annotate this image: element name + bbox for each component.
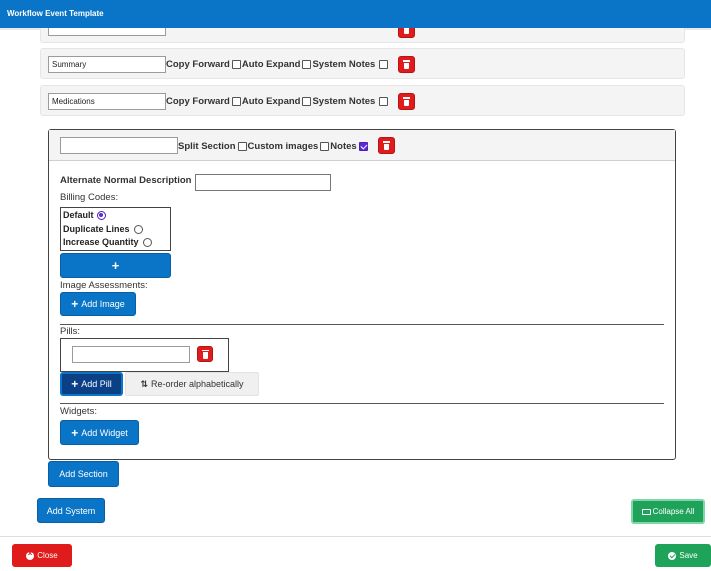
widgets-label: Widgets: — [60, 406, 97, 417]
system-options: Copy Forward Auto Expand System Notes — [166, 57, 389, 72]
folder-open-icon — [641, 508, 651, 515]
sort-icon: ⇅ — [140, 378, 147, 389]
billing-option-label: Default — [63, 210, 94, 220]
collapse-all-button[interactable]: Collapse All — [631, 499, 705, 524]
copy-forward-checkbox[interactable] — [231, 60, 241, 69]
image-assessments-label: Image Assessments: — [60, 280, 148, 291]
add-widget-button[interactable]: + Add Widget — [60, 420, 139, 445]
system-name-input[interactable]: Medications — [48, 93, 166, 110]
alt-normal-label: Alternate Normal Description — [60, 175, 192, 186]
plus-icon: + — [71, 377, 79, 391]
plus-icon: + — [71, 425, 79, 440]
section-name-input[interactable] — [60, 137, 178, 154]
plus-icon: + — [111, 258, 120, 273]
system-notes-label: System Notes — [312, 96, 376, 107]
billing-radio-default[interactable] — [96, 210, 106, 220]
add-image-button[interactable]: + Add Image — [60, 292, 136, 316]
auto-expand-checkbox[interactable] — [302, 60, 312, 69]
section-divider — [60, 403, 664, 404]
add-billing-code-button[interactable]: + — [60, 253, 171, 278]
split-section-label: Split Section — [178, 141, 236, 152]
copy-forward-label: Copy Forward — [166, 96, 230, 107]
delete-section-button[interactable] — [378, 137, 395, 154]
save-button[interactable]: Save — [655, 544, 711, 567]
trash-icon — [403, 97, 410, 106]
add-section-button[interactable]: Add Section — [48, 461, 119, 487]
add-pill-button[interactable]: + Add Pill — [60, 372, 123, 396]
billing-option-default[interactable]: Default — [63, 210, 106, 220]
times-circle-icon — [26, 549, 35, 560]
reorder-alphabetically-button[interactable]: ⇅ Re-order alphabetically — [125, 372, 259, 396]
billing-option-duplicate[interactable]: Duplicate Lines — [63, 224, 143, 234]
close-button[interactable]: Close — [12, 544, 72, 567]
copy-forward-checkbox[interactable] — [231, 97, 241, 106]
window-title: Workflow Event Template — [7, 9, 104, 18]
alt-normal-input[interactable] — [195, 174, 331, 191]
system-notes-checkbox[interactable] — [379, 60, 389, 69]
billing-option-label: Duplicate Lines — [63, 224, 130, 234]
custom-images-label: Custom images — [247, 141, 319, 152]
system-row-medications: Medications Copy Forward Auto Expand Sys… — [40, 85, 685, 116]
trash-icon — [403, 28, 410, 34]
auto-expand-label: Auto Expand — [241, 59, 301, 70]
custom-images-checkbox[interactable] — [320, 142, 330, 151]
system-name-input[interactable] — [48, 28, 166, 36]
add-widget-label: Add Widget — [81, 427, 128, 438]
billing-option-label: Increase Quantity — [63, 237, 139, 247]
system-notes-label: System Notes — [312, 59, 376, 70]
add-image-label: Add Image — [81, 299, 125, 309]
section-panel: Split Section Custom images Notes Altern… — [48, 129, 676, 460]
add-system-button[interactable]: Add System — [37, 498, 105, 523]
delete-pill-button[interactable] — [197, 346, 213, 362]
modal-footer: Close Save — [0, 536, 711, 571]
pills-label: Pills: — [60, 326, 81, 337]
billing-options-box: Default Duplicate Lines Increase Quantit… — [60, 207, 171, 251]
trash-icon — [383, 141, 390, 150]
system-options: Copy Forward Auto Expand System Notes — [166, 94, 389, 109]
billing-radio-duplicate[interactable] — [133, 224, 143, 234]
pill-name-input[interactable] — [72, 346, 190, 363]
trash-icon — [201, 349, 209, 359]
section-options: Split Section Custom images Notes — [178, 139, 369, 154]
system-row-clipped — [40, 28, 685, 43]
system-name-input[interactable]: Summary — [48, 56, 166, 73]
pill-item — [60, 338, 229, 372]
system-notes-checkbox[interactable] — [379, 97, 389, 106]
notes-label: Notes — [330, 141, 357, 152]
billing-radio-increase[interactable] — [142, 237, 152, 247]
section-divider — [60, 324, 664, 325]
delete-system-button[interactable] — [398, 28, 415, 38]
delete-system-button[interactable] — [398, 56, 415, 73]
trash-icon — [403, 60, 410, 69]
notes-checkbox[interactable] — [358, 142, 368, 151]
plus-icon: + — [71, 297, 79, 311]
auto-expand-checkbox[interactable] — [302, 97, 312, 106]
add-pill-label: Add Pill — [81, 379, 112, 389]
collapse-all-label: Collapse All — [652, 507, 695, 516]
save-label: Save — [679, 551, 698, 560]
delete-system-button[interactable] — [398, 93, 415, 110]
system-row-summary: Summary Copy Forward Auto Expand System … — [40, 48, 685, 79]
billing-codes-label: Billing Codes: — [60, 192, 119, 203]
auto-expand-label: Auto Expand — [241, 96, 301, 107]
check-circle-icon — [668, 551, 677, 560]
reorder-label: Re-order alphabetically — [150, 379, 244, 389]
modal-body[interactable]: Summary Copy Forward Auto Expand System … — [0, 28, 711, 536]
section-header: Split Section Custom images Notes — [49, 130, 675, 161]
window-titlebar: Workflow Event Template — [0, 0, 711, 28]
billing-option-increase[interactable]: Increase Quantity — [63, 237, 152, 247]
split-section-checkbox[interactable] — [237, 142, 247, 151]
copy-forward-label: Copy Forward — [166, 59, 230, 70]
close-label: Close — [37, 551, 58, 560]
